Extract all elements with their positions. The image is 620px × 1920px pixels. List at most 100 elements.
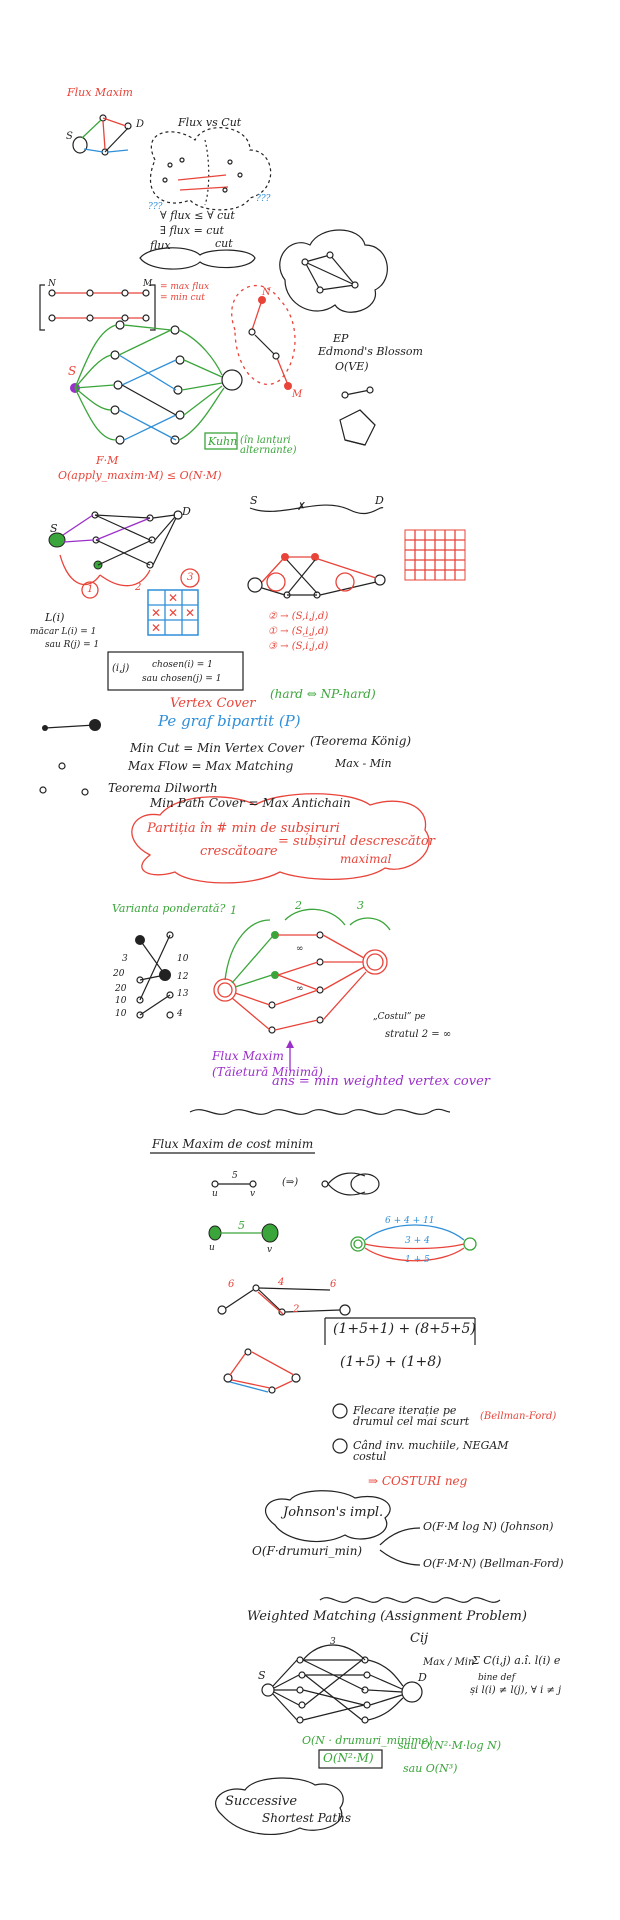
node-s-label: S (66, 131, 73, 142)
wavy-divider-2 (319, 1597, 501, 1603)
cut-cloud (149, 127, 272, 211)
si-label: și l(i) ≠ l(j), ∀ i ≠ j (470, 1685, 562, 1696)
cij-label: Cij (410, 1631, 429, 1646)
min-cut-eq: Min Cut = Min Vertex Cover (130, 741, 304, 755)
complexity-label: O(apply_maxim·M) ≤ O(N·M) (58, 469, 222, 482)
subsir-label: = subșirul descrescător (278, 834, 435, 849)
negative-costs: ⇒ COSTURI neg (368, 1474, 468, 1488)
flux-eq-cut: ∃ flux = cut (160, 224, 224, 237)
bellman-ford-note: (Bellman-Ford) (480, 1411, 557, 1422)
bipartite-small (48, 510, 183, 587)
fm-label: F·M (96, 454, 119, 467)
path-rule-1: ② → (S,i,j,d) (268, 611, 329, 622)
vertex-cover-label: Vertex Cover (170, 696, 256, 711)
scattered-nodes (39, 762, 89, 796)
weight-left-3: 20 (115, 984, 127, 994)
boxed-n2m: O(N²·M) (323, 1751, 374, 1765)
weight-right-3: 13 (177, 989, 189, 999)
bracket-expr-2: (1+5) + (1+8) (340, 1354, 442, 1370)
edmonds-blossom-label: Edmond's Blossom (318, 345, 423, 358)
assign-d: D (418, 1671, 427, 1684)
flux-vs-cut-label: Flux vs Cut (178, 116, 242, 129)
layer-2-label: 2 (295, 899, 302, 912)
red-4: 4 (278, 1277, 285, 1288)
title-flux-maxim: Flux Maxim (67, 86, 133, 99)
chosen-j: sau chosen(j) = 1 (142, 674, 222, 684)
circle-3-label: 3 (187, 572, 194, 583)
green-u: u (209, 1243, 215, 1253)
infinity-1: ∞ (296, 944, 304, 954)
weight-left-2: 20 (113, 969, 125, 979)
o-johnson: O(F·M log N) (Johnson) (423, 1520, 554, 1533)
bipartite-label: Pe graf bipartit (P) (158, 712, 301, 730)
sd-network-2 (247, 553, 386, 599)
path-rule-2: ① → (S,i̲,j̲,d) (268, 626, 329, 637)
cost-graph-red (223, 1348, 301, 1394)
assign-s: S (258, 1669, 266, 1682)
red-m-label: M (292, 389, 303, 400)
red-grid (404, 529, 466, 581)
step2-circle (332, 1438, 348, 1454)
assignment-network (261, 1644, 423, 1724)
o-drumuri: O(F·drumuri_min) (252, 1544, 363, 1558)
sd-line-diagram: ✗ (249, 500, 384, 515)
red-n-label: N (262, 287, 271, 298)
flux-word: flux (150, 239, 171, 252)
wavy-divider-1 (189, 1108, 451, 1115)
blossom-example (339, 386, 376, 446)
weight-right-4: 4 (177, 1009, 183, 1019)
s3-node-s: S (50, 522, 58, 535)
red-6a: 6 (228, 1279, 235, 1290)
step2-text: Când inv. muchiile, NEGAM costul (353, 1439, 509, 1463)
legend-max-flux: = max flux (160, 282, 210, 292)
maximal-label: maximal (340, 852, 392, 866)
ssp-shortest-paths: Shortest Paths (262, 1811, 352, 1825)
svg-text:✗: ✗ (297, 500, 306, 513)
matrix-grid: ✕ ✕ ✕ ✕ ✕ (147, 589, 199, 636)
svg-text:✕: ✕ (168, 606, 178, 620)
konig-label: (Teorema König) (310, 734, 412, 748)
equiv-label: (⇒) (282, 1177, 299, 1188)
min-cost-flow-title: Flux Maxim de cost minim (152, 1137, 314, 1151)
s3-node-s2: S (250, 494, 258, 507)
sau-n2mlogn: sau O(N²·M·log N) (398, 1739, 501, 1752)
label-2: 2 (135, 582, 142, 593)
varianta-label: Varianta ponderată? (112, 902, 226, 915)
green-cost-5: 5 (238, 1219, 245, 1232)
weight-right-2: 12 (177, 972, 189, 982)
path-top: 6 + 4 + 11 (385, 1216, 435, 1226)
blossom-cloud (279, 229, 388, 313)
bracket-m-label: M (143, 279, 153, 289)
source-s-label: S (68, 364, 77, 378)
branch-arrow-down (379, 1549, 421, 1566)
branch-arrow-up (379, 1527, 421, 1546)
s3-node-d2: D (375, 494, 384, 507)
s3-node-d: D (182, 505, 191, 518)
dilworth-label: Teorema Dilworth (108, 781, 218, 795)
bracket-n-label: N (48, 279, 56, 289)
flow-network-small (72, 114, 132, 156)
bracket-diagram (39, 284, 156, 331)
svg-text:✕: ✕ (185, 606, 195, 620)
infinity-2: ∞ (296, 984, 304, 994)
flux-maxim-purple: Flux Maxim (212, 1049, 284, 1063)
max-min-label: Max - Min (335, 757, 392, 770)
edge-dumbbell (42, 719, 101, 731)
weight-right-1: 10 (177, 954, 189, 964)
ssp-successive: Successive (225, 1794, 298, 1809)
green-v: v (267, 1245, 273, 1255)
marks-right: ??? (256, 194, 271, 204)
sum-label: Σ C(i,j) a.î. l(i) e (472, 1654, 561, 1667)
red-6b: 6 (330, 1279, 337, 1290)
max-flow-eq: Max Flow = Max Matching (128, 759, 294, 773)
kuhn-note: (în lanțuri alternante) (240, 435, 297, 456)
o-bellman: O(F·M·N) (Bellman-Ford) (423, 1557, 564, 1570)
bracket-expr-1: (1+5+1) + (8+5+5) (333, 1321, 476, 1337)
pair-ij: (i,j) (112, 663, 130, 674)
sau-r-label: sau R(j) = 1 (45, 640, 100, 650)
stratul-label: stratul 2 = ∞ (385, 1029, 452, 1040)
u-label: u (212, 1189, 218, 1199)
cut-word: cut (215, 237, 233, 250)
layer-3-label: 3 (357, 899, 364, 912)
top-weight: 3 (330, 1637, 336, 1647)
